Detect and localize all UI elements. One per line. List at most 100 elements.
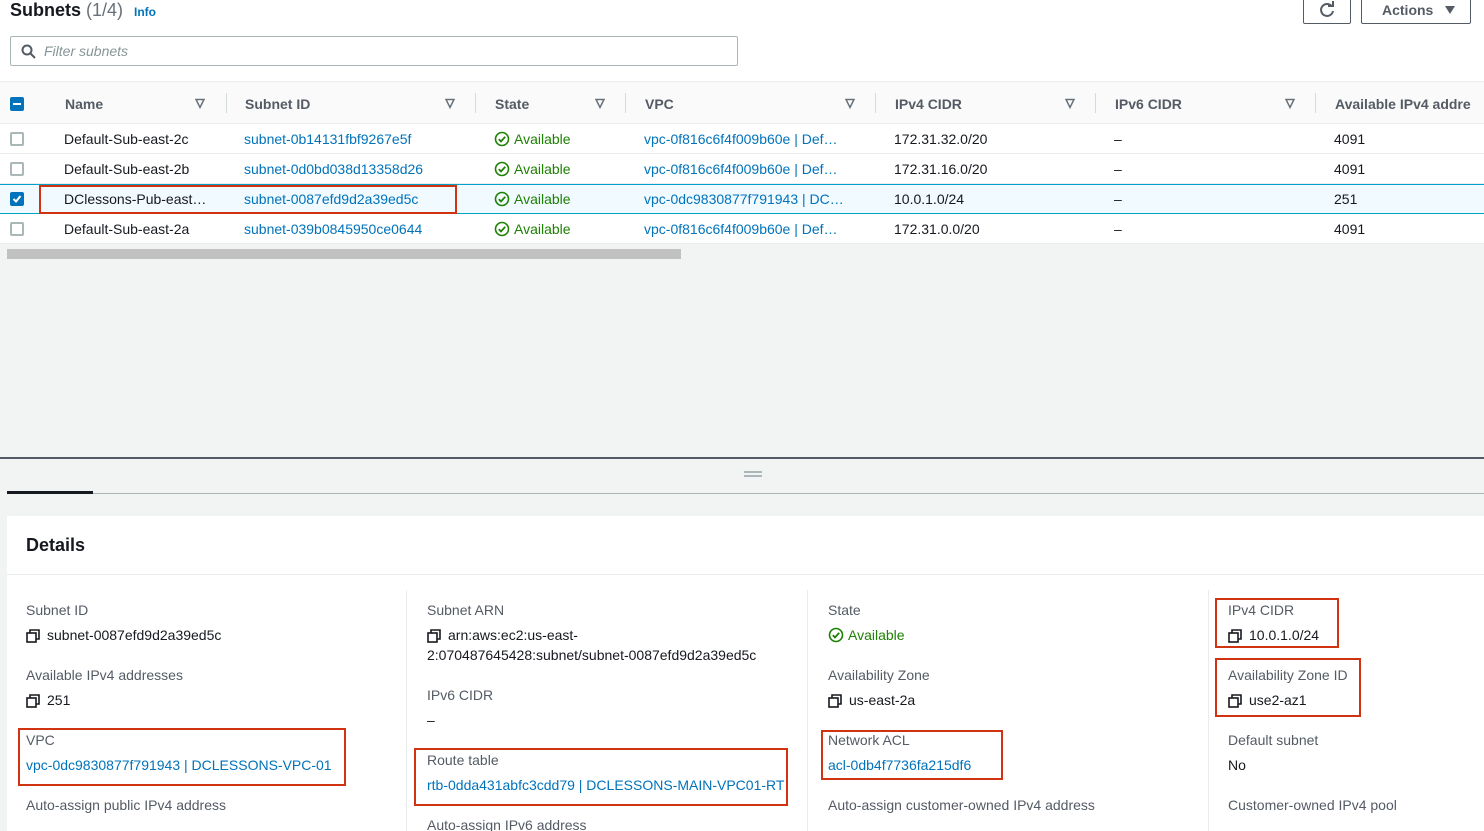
subnet-name: Default-Sub-east-2b xyxy=(64,161,190,177)
column-header-ipv4-cidr[interactable]: IPv4 CIDR xyxy=(895,82,962,125)
row-checkbox[interactable] xyxy=(10,132,24,146)
vpc-link[interactable]: vpc-0f816c6f4f009b60e | Def… xyxy=(644,154,838,184)
available-ipv4: 4091 xyxy=(1334,161,1366,177)
sort-icon[interactable] xyxy=(595,82,605,125)
sort-icon[interactable] xyxy=(195,82,205,125)
available-ipv4-label: Available IPv4 addresses xyxy=(26,667,183,683)
details-panel: Details Subnet ID subnet-0087efd9d2a39ed… xyxy=(7,516,1484,831)
refresh-icon xyxy=(1320,1,1334,17)
ipv6-cidr: – xyxy=(1114,161,1122,177)
column-header-subnet-id[interactable]: Subnet ID xyxy=(245,82,310,125)
column-header-ipv6-cidr[interactable]: IPv6 CIDR xyxy=(1115,82,1182,125)
filter-box[interactable] xyxy=(10,36,738,66)
vpc-link[interactable]: vpc-0dc9830877f791943 | DCLESSONS-VPC-01 xyxy=(26,757,332,773)
table-header: Name Subnet ID State VPC IPv4 CIDR IPv6 … xyxy=(0,81,1484,124)
subnets-header: Subnets (1/4) Info Actions xyxy=(0,0,1484,81)
copy-icon[interactable] xyxy=(427,629,441,643)
copy-icon[interactable] xyxy=(828,694,842,708)
copy-icon[interactable] xyxy=(1228,629,1242,643)
checkmark-icon xyxy=(12,195,22,203)
ipv4-cidr-label: IPv4 CIDR xyxy=(1228,602,1295,618)
check-circle-icon xyxy=(494,221,510,237)
network-acl-label: Network ACL xyxy=(828,732,910,748)
vpc-link[interactable]: vpc-0f816c6f4f009b60e | Def… xyxy=(644,214,838,244)
state-value: Available xyxy=(828,627,905,643)
customer-owned-pool-label: Customer-owned IPv4 pool xyxy=(1228,797,1397,813)
tab-divider xyxy=(7,493,1484,494)
ipv6-cidr: – xyxy=(1114,221,1122,237)
state-cell: Available xyxy=(494,184,571,214)
column-header-vpc[interactable]: VPC xyxy=(645,82,674,125)
auto-assign-customer-ipv4-label: Auto-assign customer-owned IPv4 address xyxy=(828,797,1095,813)
subnet-name: Default-Sub-east-2a xyxy=(64,221,190,237)
subnet-id-link[interactable]: subnet-0d0bd038d13358d26 xyxy=(244,154,423,184)
ipv4-cidr-value: 10.0.1.0/24 xyxy=(1228,627,1319,643)
sort-icon[interactable] xyxy=(445,82,455,125)
subnet-id-link[interactable]: subnet-0087efd9d2a39ed5c xyxy=(244,184,418,214)
info-link[interactable]: Info xyxy=(134,5,156,19)
route-table-label: Route table xyxy=(427,752,499,768)
copy-icon[interactable] xyxy=(26,694,40,708)
table-row[interactable]: Default-Sub-east-2c subnet-0b14131fbf926… xyxy=(0,124,1484,154)
column-header-name[interactable]: Name xyxy=(65,82,103,125)
ipv4-cidr: 10.0.1.0/24 xyxy=(894,191,965,207)
ipv4-cidr: 172.31.32.0/20 xyxy=(894,131,988,147)
subnet-id-link[interactable]: subnet-039b0845950ce0644 xyxy=(244,214,422,244)
state-cell: Available xyxy=(494,154,571,184)
vpc-link[interactable]: vpc-0dc9830877f791943 | DC… xyxy=(644,184,844,214)
subnet-arn-label: Subnet ARN xyxy=(427,602,505,618)
ipv4-cidr: 172.31.0.0/20 xyxy=(894,221,980,237)
select-all-checkbox[interactable] xyxy=(10,82,24,125)
table-row-selected[interactable]: DClessons-Pub-east… subnet-0087efd9d2a39… xyxy=(0,184,1484,214)
filter-input[interactable] xyxy=(44,43,694,59)
available-ipv4: 4091 xyxy=(1334,221,1366,237)
row-checkbox[interactable] xyxy=(10,222,24,236)
availability-zone-id-value: use2-az1 xyxy=(1228,692,1307,708)
subnet-name: DClessons-Pub-east… xyxy=(64,191,207,207)
network-acl-link[interactable]: acl-0db4f7736fa215df6 xyxy=(828,757,971,773)
copy-icon[interactable] xyxy=(1228,694,1242,708)
row-checkbox-checked[interactable] xyxy=(10,192,24,206)
available-ipv4: 251 xyxy=(1334,191,1358,207)
page-title: Subnets (1/4) xyxy=(10,0,124,20)
ipv6-cidr-value: – xyxy=(427,712,435,728)
mixed-checkbox[interactable] xyxy=(10,96,24,111)
details-header: Details xyxy=(7,516,1484,575)
check-circle-icon xyxy=(828,627,844,643)
sort-icon[interactable] xyxy=(845,82,855,125)
availability-zone-label: Availability Zone xyxy=(828,667,930,683)
subnet-name: Default-Sub-east-2c xyxy=(64,131,189,147)
table-row[interactable]: Default-Sub-east-2b subnet-0d0bd038d1335… xyxy=(0,154,1484,184)
search-icon xyxy=(21,44,36,59)
subnets-panel: Subnets (1/4) Info Actions Filter subnet… xyxy=(0,0,1484,457)
copy-icon[interactable] xyxy=(26,629,40,643)
vpc-link[interactable]: vpc-0f816c6f4f009b60e | Def… xyxy=(644,124,838,154)
panel-splitter[interactable] xyxy=(0,457,1484,459)
subnet-arn-value: arn:aws:ec2:us-east- xyxy=(427,627,578,643)
check-circle-icon xyxy=(494,191,510,207)
column-header-state[interactable]: State xyxy=(495,82,529,125)
subnet-id-link[interactable]: subnet-0b14131fbf9267e5f xyxy=(244,124,411,154)
caret-down-icon xyxy=(1445,6,1456,14)
auto-assign-public-ipv4-label: Auto-assign public IPv4 address xyxy=(26,797,226,813)
actions-label: Actions xyxy=(1382,2,1434,18)
row-checkbox[interactable] xyxy=(10,162,24,176)
route-table-link[interactable]: rtb-0dda431abfc3cdd79 | DCLESSONS-MAIN-V… xyxy=(427,777,784,793)
subnet-id-value: subnet-0087efd9d2a39ed5c xyxy=(26,627,221,643)
ipv4-cidr: 172.31.16.0/20 xyxy=(894,161,988,177)
available-ipv4-value: 251 xyxy=(26,692,70,708)
refresh-button[interactable] xyxy=(1303,0,1351,24)
ipv6-cidr: – xyxy=(1114,191,1122,207)
selection-count: (1/4) xyxy=(86,0,124,20)
actions-button[interactable]: Actions xyxy=(1361,0,1471,24)
table-row[interactable]: Default-Sub-east-2a subnet-039b0845950ce… xyxy=(0,214,1484,244)
subnets-table: Name Subnet ID State VPC IPv4 CIDR IPv6 … xyxy=(0,81,1484,244)
default-subnet-value: No xyxy=(1228,757,1246,773)
sort-icon[interactable] xyxy=(1065,82,1075,125)
sort-icon[interactable] xyxy=(1285,82,1295,125)
drag-handle-icon[interactable] xyxy=(744,471,762,477)
horizontal-scrollbar[interactable] xyxy=(7,249,681,259)
tab-details[interactable] xyxy=(7,491,93,494)
column-header-available-ipv4[interactable]: Available IPv4 addre xyxy=(1335,82,1471,125)
availability-zone-value: us-east-2a xyxy=(828,692,915,708)
